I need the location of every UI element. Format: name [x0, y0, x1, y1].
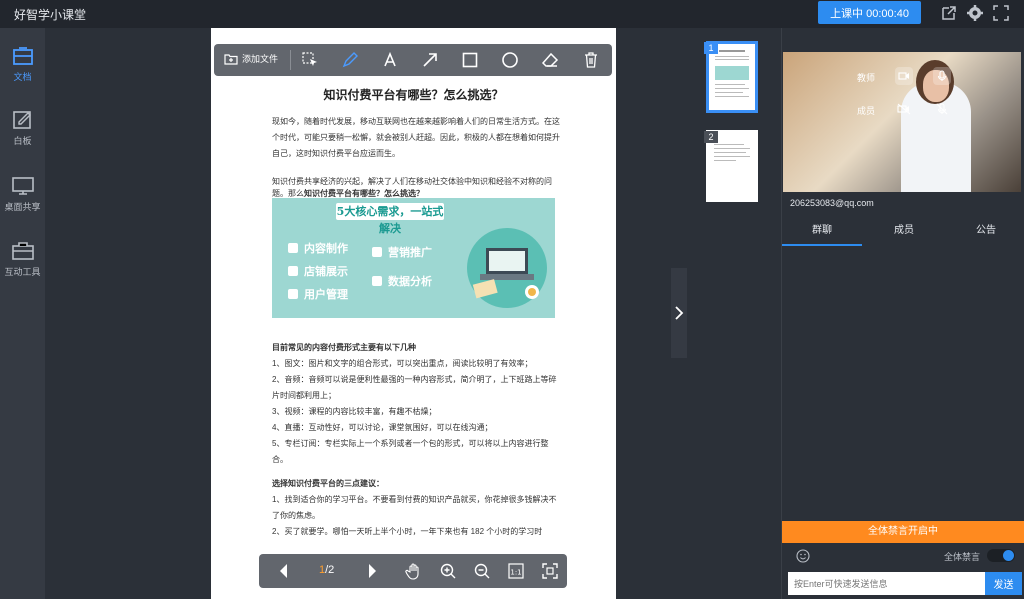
- document-icon: [12, 47, 33, 65]
- collapse-panel-button[interactable]: [671, 268, 687, 358]
- banner-item: 内容制作: [288, 240, 348, 256]
- camera-off-icon: [897, 103, 911, 115]
- chat-tabs: 群聊 成员 公告: [782, 218, 1024, 246]
- section-2-line: 2、买了就要学。哪怕一天听上半个小时，一年下来也有 182 个小时的学习时: [272, 527, 543, 536]
- add-folder-icon: [224, 53, 238, 65]
- teacher-mic-button[interactable]: [933, 67, 951, 85]
- section-1-line: 2、音频：音频可以说是便利性最强的一种内容形式，简介明了，上下班路上等碎片时间都…: [272, 375, 557, 400]
- monitor-icon: [11, 177, 34, 195]
- section-1-line: 1、图文：图片和文字的组合形式，可以突出重点，阅读比较明了有效率；: [272, 359, 533, 368]
- microphone-icon: [937, 70, 947, 81]
- zoom-in-icon[interactable]: [439, 562, 457, 580]
- arrow-icon[interactable]: [421, 51, 439, 69]
- banner-item: 店铺展示: [288, 263, 348, 279]
- thumbnail-number: 2: [704, 131, 718, 143]
- app-title: 好智学小课堂: [14, 8, 87, 22]
- document-intro: 现如今，随着时代发展，移动互联网也在越来越影响着人们的日常生活方式。在这个时代，…: [272, 117, 560, 158]
- chat-messages: [782, 248, 1024, 520]
- sidebar-item-document[interactable]: 文档: [0, 38, 45, 98]
- mute-all-toggle[interactable]: [987, 549, 1015, 562]
- sidebar-item-screen-share[interactable]: 桌面共享: [0, 168, 45, 228]
- tab-announcement[interactable]: 公告: [946, 218, 1024, 246]
- total-pages: /2: [325, 564, 335, 576]
- sidebar-item-whiteboard[interactable]: 白板: [0, 102, 45, 162]
- sidebar-item-label: 文档: [13, 72, 32, 82]
- page-indicator: 1/2: [319, 564, 334, 576]
- section-1-line: 3、视频：课程的内容比较丰富，有趣不枯燥；: [272, 407, 437, 416]
- whiteboard-icon: [12, 111, 31, 129]
- document-title: 知识付费平台有哪些？怎么挑选？: [323, 88, 504, 102]
- toolbox-icon: [11, 242, 34, 260]
- emoji-icon[interactable]: [796, 549, 810, 563]
- eraser-icon[interactable]: [541, 51, 559, 69]
- fit-screen-icon[interactable]: [541, 562, 559, 580]
- microphone-off-icon: [936, 103, 948, 115]
- text-icon[interactable]: [381, 51, 399, 69]
- hand-icon[interactable]: [405, 562, 423, 580]
- document-page[interactable]: 知识付费平台有哪些？怎么挑选？ 现如今，随着时代发展，移动互联网也在越来越影响着…: [211, 28, 616, 599]
- thumbnail-number: 1: [704, 42, 718, 54]
- zoom-out-icon[interactable]: [473, 562, 491, 580]
- drawing-toolbar: 添加文件: [214, 44, 612, 76]
- svg-text:1:1: 1:1: [510, 569, 521, 577]
- add-file-label: 添加文件: [242, 54, 279, 64]
- section-1-line: 4、直播：互动性好，可以讨论，课堂氛围好，可以在线沟通；: [272, 423, 493, 432]
- next-page-icon[interactable]: [363, 562, 381, 580]
- teacher-video: 教师 成员: [783, 52, 1021, 192]
- member-label: 成员: [857, 106, 876, 116]
- section-1-title: 目前常见的内容付费形式主要有以下几种: [272, 343, 416, 352]
- rectangle-icon[interactable]: [461, 51, 479, 69]
- laptop-illustration: [467, 228, 547, 308]
- actual-size-icon[interactable]: 1:1: [507, 562, 525, 580]
- sidebar-item-interactive-tools[interactable]: 互动工具: [0, 233, 45, 293]
- document-paragraph-2: 知识付费共享经济的兴起，解决了人们在移动社交体验中知识和经验不对称的问题。那么知…: [272, 176, 562, 200]
- sidebar-item-label: 互动工具: [4, 267, 41, 277]
- camera-icon: [898, 72, 909, 80]
- member-camera-off-button[interactable]: [895, 100, 913, 118]
- section-2-title: 选择知识付费平台的三点建议：: [272, 479, 384, 488]
- banner-item: 数据分析: [372, 273, 432, 289]
- banner-item: 用户管理: [288, 286, 348, 302]
- pen-icon[interactable]: [341, 51, 359, 69]
- gear-icon[interactable]: [966, 4, 984, 22]
- feature-banner: 5大核心需求，一站式解决 内容制作 店铺展示 用户管理 营销推广 数据分析: [272, 198, 555, 318]
- teacher-label: 教师: [857, 73, 876, 83]
- send-button[interactable]: 发送: [985, 572, 1022, 595]
- chevron-right-icon: [675, 306, 684, 320]
- prev-page-icon[interactable]: [275, 562, 293, 580]
- sidebar-item-label: 桌面共享: [4, 202, 41, 212]
- class-status-button[interactable]: 上课中 00:00:40: [818, 1, 921, 24]
- toggle-knob: [1003, 550, 1014, 561]
- page-navigator: 1/2 1:1: [259, 554, 567, 588]
- toolbar-divider: [290, 50, 291, 70]
- sidebar-item-label: 白板: [13, 136, 32, 146]
- member-mic-off-button[interactable]: [933, 100, 951, 118]
- banner-title: 5大核心需求，一站式解决: [336, 203, 444, 235]
- chat-message-input[interactable]: [788, 572, 985, 595]
- left-sidebar: 文档 白板 桌面共享 互动工具: [0, 28, 45, 599]
- mute-all-banner: 全体禁言开启中: [782, 521, 1024, 543]
- section-1-line: 5、专栏订阅：专栏实际上一个系列或者一个包的形式，可以将以上内容进行整合。: [272, 439, 549, 464]
- teacher-camera-button[interactable]: [895, 67, 913, 85]
- mute-all-label: 全体禁言: [944, 552, 981, 562]
- share-out-icon[interactable]: [940, 4, 958, 22]
- add-file-button[interactable]: 添加文件: [224, 52, 278, 65]
- top-bar: 好智学小课堂 上课中 00:00:40: [0, 0, 1024, 28]
- fullscreen-icon[interactable]: [992, 4, 1010, 22]
- trash-icon[interactable]: [582, 51, 600, 69]
- video-username: 206253083@qq.com: [790, 198, 874, 208]
- tab-group-chat[interactable]: 群聊: [782, 218, 862, 246]
- paragraph-2-bold: 知识付费平台有哪些？怎么挑选？: [304, 189, 424, 198]
- tab-members[interactable]: 成员: [864, 218, 944, 246]
- select-icon[interactable]: [301, 51, 319, 69]
- banner-item: 营销推广: [372, 244, 432, 260]
- circle-icon[interactable]: [501, 51, 519, 69]
- section-2-line: 1、找到适合你的学习平台。不要看到付费的知识产品就买，你花掉很多钱解决不了你的焦…: [272, 495, 557, 520]
